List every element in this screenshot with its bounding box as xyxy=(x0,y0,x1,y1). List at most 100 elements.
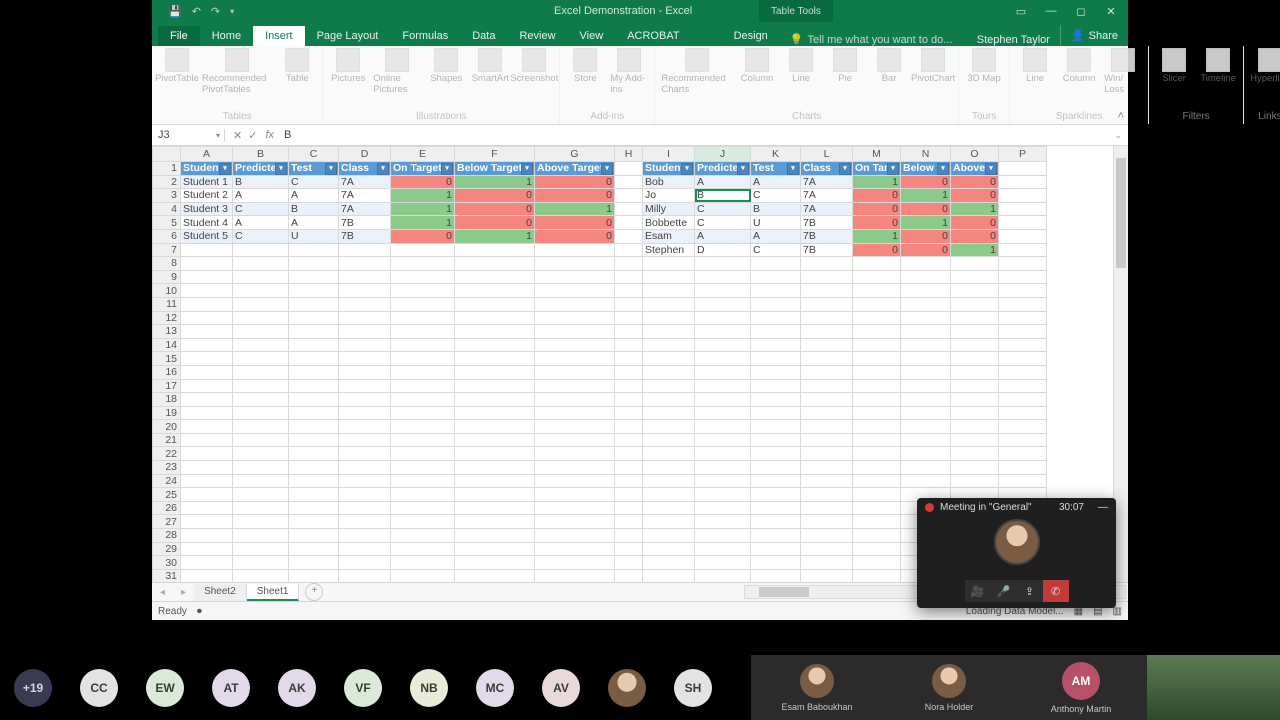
cell-H19[interactable] xyxy=(615,406,643,420)
cell-O21[interactable] xyxy=(951,433,999,447)
cell-I7[interactable]: Stephen xyxy=(643,243,695,257)
enter-formula-icon[interactable]: ✓ xyxy=(248,129,257,142)
cell-F27[interactable] xyxy=(455,515,535,529)
cell-E16[interactable] xyxy=(391,365,455,379)
cell-P13[interactable] xyxy=(999,325,1047,339)
self-video[interactable] xyxy=(1147,655,1280,720)
cell-I6[interactable]: Esam xyxy=(643,229,695,243)
cell-B23[interactable] xyxy=(233,461,289,475)
cell-L1[interactable]: Class▾ xyxy=(801,162,853,176)
cell-C21[interactable] xyxy=(289,433,339,447)
cell-F28[interactable] xyxy=(455,529,535,543)
cell-E23[interactable] xyxy=(391,461,455,475)
cell-J22[interactable] xyxy=(695,447,751,461)
cell-E5[interactable]: 1 xyxy=(391,216,455,230)
cell-H18[interactable] xyxy=(615,393,643,407)
cell-F13[interactable] xyxy=(455,325,535,339)
cell-A22[interactable] xyxy=(181,447,233,461)
cell-G15[interactable] xyxy=(535,352,615,366)
cell-G13[interactable] xyxy=(535,325,615,339)
cell-C10[interactable] xyxy=(289,284,339,298)
cell-F2[interactable]: 1 xyxy=(455,175,535,189)
cell-J26[interactable] xyxy=(695,501,751,515)
cell-B30[interactable] xyxy=(233,556,289,570)
cell-I13[interactable] xyxy=(643,325,695,339)
cell-J10[interactable] xyxy=(695,284,751,298)
cell-D1[interactable]: Class▾ xyxy=(339,162,391,176)
tab-file[interactable]: File xyxy=(158,26,200,46)
cell-H8[interactable] xyxy=(615,257,643,271)
share-screen-button[interactable]: ⇪ xyxy=(1017,580,1043,602)
cell-O17[interactable] xyxy=(951,379,999,393)
cell-N15[interactable] xyxy=(901,352,951,366)
cell-M7[interactable]: 0 xyxy=(853,243,901,257)
cell-P17[interactable] xyxy=(999,379,1047,393)
cell-E17[interactable] xyxy=(391,379,455,393)
cell-G28[interactable] xyxy=(535,529,615,543)
tab-insert[interactable]: Insert xyxy=(253,26,305,46)
cell-O2[interactable]: 0 xyxy=(951,175,999,189)
cell-L3[interactable]: 7A xyxy=(801,189,853,203)
cell-E9[interactable] xyxy=(391,270,455,284)
cell-J16[interactable] xyxy=(695,365,751,379)
cell-C11[interactable] xyxy=(289,297,339,311)
cell-J21[interactable] xyxy=(695,433,751,447)
cell-G19[interactable] xyxy=(535,406,615,420)
cell-A30[interactable] xyxy=(181,556,233,570)
cell-C13[interactable] xyxy=(289,325,339,339)
cell-C27[interactable] xyxy=(289,515,339,529)
hangup-button[interactable]: ✆ xyxy=(1043,580,1069,602)
cell-P21[interactable] xyxy=(999,433,1047,447)
cell-B5[interactable]: A xyxy=(233,216,289,230)
cell-D24[interactable] xyxy=(339,474,391,488)
cell-G1[interactable]: Above Target▾ xyxy=(535,162,615,176)
ribbon-3d-map[interactable]: 3D Map xyxy=(965,48,1003,84)
cell-I2[interactable]: Bob xyxy=(643,175,695,189)
cell-O6[interactable]: 0 xyxy=(951,229,999,243)
cell-D21[interactable] xyxy=(339,433,391,447)
cell-I28[interactable] xyxy=(643,529,695,543)
row-header[interactable]: 16 xyxy=(153,365,181,379)
cell-N16[interactable] xyxy=(901,365,951,379)
cell-P1[interactable] xyxy=(999,162,1047,176)
cell-I17[interactable] xyxy=(643,379,695,393)
cell-N10[interactable] xyxy=(901,284,951,298)
cell-J5[interactable]: C xyxy=(695,216,751,230)
cell-O4[interactable]: 1 xyxy=(951,202,999,216)
cell-E18[interactable] xyxy=(391,393,455,407)
cell-P18[interactable] xyxy=(999,393,1047,407)
cell-J27[interactable] xyxy=(695,515,751,529)
row-header[interactable]: 17 xyxy=(153,379,181,393)
cell-M9[interactable] xyxy=(853,270,901,284)
cell-N20[interactable] xyxy=(901,420,951,434)
cell-O12[interactable] xyxy=(951,311,999,325)
cell-N4[interactable]: 0 xyxy=(901,202,951,216)
ribbon-pivottable[interactable]: PivotTable xyxy=(158,48,196,84)
cell-B3[interactable]: A xyxy=(233,189,289,203)
formula-input[interactable]: B xyxy=(280,129,291,141)
cell-G7[interactable] xyxy=(535,243,615,257)
cell-M28[interactable] xyxy=(853,529,901,543)
cell-O14[interactable] xyxy=(951,338,999,352)
cell-H22[interactable] xyxy=(615,447,643,461)
cell-A5[interactable]: Student 4 xyxy=(181,216,233,230)
cell-I8[interactable] xyxy=(643,257,695,271)
cell-L21[interactable] xyxy=(801,433,853,447)
cell-J24[interactable] xyxy=(695,474,751,488)
cell-N14[interactable] xyxy=(901,338,951,352)
cell-A17[interactable] xyxy=(181,379,233,393)
cell-K20[interactable] xyxy=(751,420,801,434)
cell-P2[interactable] xyxy=(999,175,1047,189)
cell-E10[interactable] xyxy=(391,284,455,298)
cell-M6[interactable]: 1 xyxy=(853,229,901,243)
cell-M22[interactable] xyxy=(853,447,901,461)
cell-G5[interactable]: 0 xyxy=(535,216,615,230)
filter-dropdown-icon[interactable]: ▾ xyxy=(681,163,693,175)
cell-H2[interactable] xyxy=(615,175,643,189)
cell-M14[interactable] xyxy=(853,338,901,352)
participant-avatar[interactable]: AK xyxy=(278,669,316,707)
cell-E29[interactable] xyxy=(391,542,455,556)
ribbon-slicer[interactable]: Slicer xyxy=(1155,48,1193,84)
cell-O22[interactable] xyxy=(951,447,999,461)
cell-A9[interactable] xyxy=(181,270,233,284)
